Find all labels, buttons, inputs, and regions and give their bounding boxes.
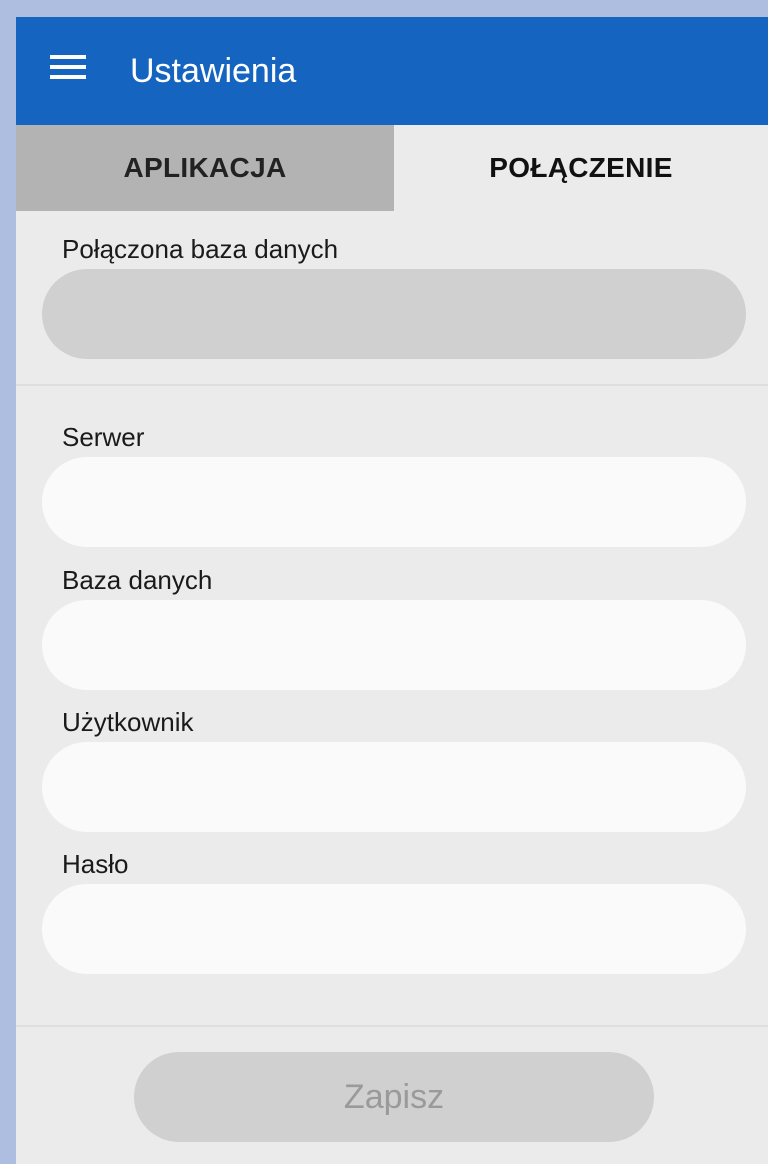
hamburger-menu-icon[interactable]: [50, 53, 86, 81]
settings-screen: Ustawienia APLIKACJA POŁĄCZENIE Połączon…: [16, 17, 768, 1164]
save-button[interactable]: Zapisz: [134, 1052, 654, 1142]
server-input[interactable]: [42, 457, 746, 547]
connected-db-label: Połączona baza danych: [62, 234, 339, 264]
app-bar: Ustawienia: [16, 17, 768, 125]
password-label: Hasło: [62, 849, 129, 879]
server-label: Serwer: [62, 422, 145, 452]
password-input[interactable]: [42, 884, 746, 974]
connected-db-field: [42, 269, 746, 359]
database-label: Baza danych: [62, 565, 213, 595]
database-input[interactable]: [42, 600, 746, 690]
tab-polaczenie[interactable]: POŁĄCZENIE: [394, 125, 768, 211]
user-input[interactable]: [42, 742, 746, 832]
tab-aplikacja[interactable]: APLIKACJA: [16, 125, 394, 211]
divider: [16, 1025, 768, 1027]
divider: [16, 384, 768, 386]
tab-bar: APLIKACJA POŁĄCZENIE: [16, 125, 768, 211]
user-label: Użytkownik: [62, 707, 194, 737]
page-title: Ustawienia: [130, 52, 297, 90]
